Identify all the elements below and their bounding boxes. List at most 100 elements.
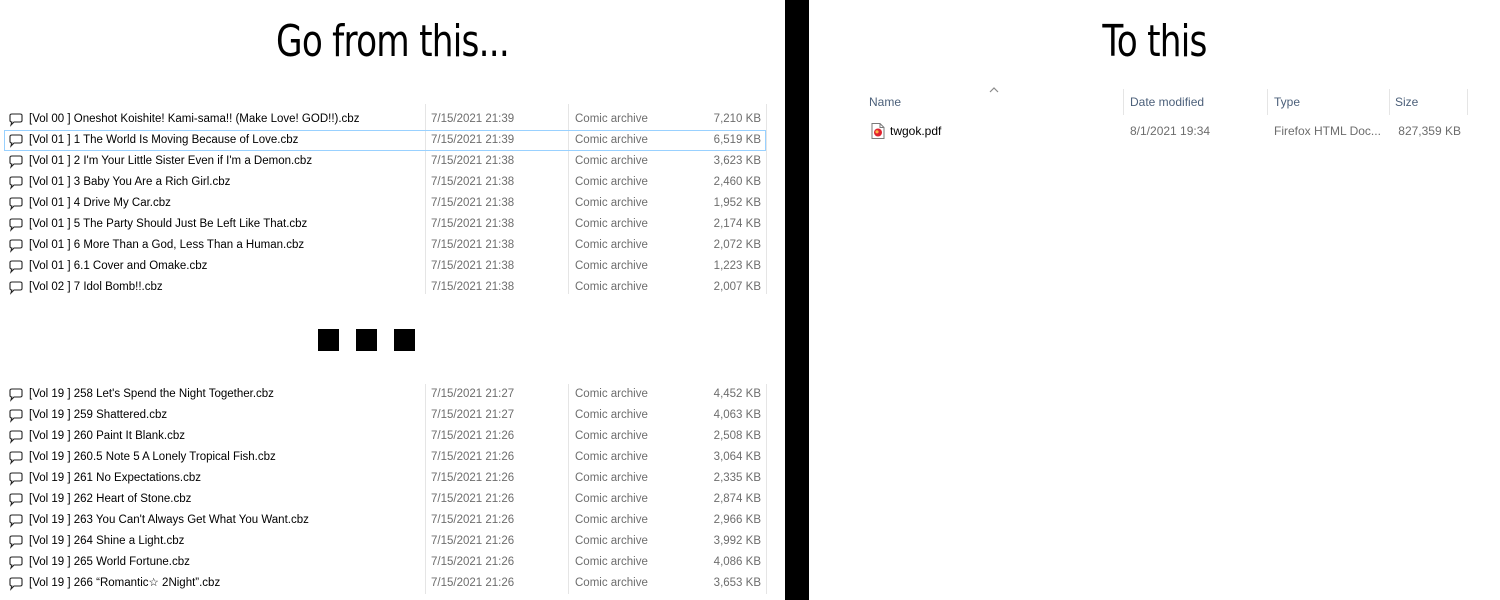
file-name[interactable]: [Vol 19 ] 265 World Fortune.cbz: [29, 553, 190, 572]
file-name[interactable]: [Vol 01 ] 5 The Party Should Just Be Lef…: [29, 215, 307, 234]
column-header-type[interactable]: Type: [1274, 92, 1300, 112]
file-size: 4,086 KB: [713, 556, 761, 568]
speech-bubble-icon: [9, 577, 23, 591]
file-name[interactable]: [Vol 01 ] 2 I'm Your Little Sister Even …: [29, 152, 312, 171]
column-header-size[interactable]: Size: [1395, 92, 1418, 112]
file-row[interactable]: [Vol 01 ] 5 The Party Should Just Be Lef…: [4, 214, 766, 235]
file-name[interactable]: [Vol 01 ] 6 More Than a God, Less Than a…: [29, 236, 304, 255]
file-name[interactable]: [Vol 19 ] 261 No Expectations.cbz: [29, 469, 201, 488]
file-type: Comic archive: [575, 197, 648, 209]
file-date: 7/15/2021 21:26: [431, 577, 515, 589]
file-type: Comic archive: [575, 514, 648, 526]
file-date: 7/15/2021 21:39: [431, 134, 515, 146]
speech-bubble-icon: [9, 113, 23, 127]
file-date: 7/15/2021 21:26: [431, 556, 515, 568]
column-header-separator[interactable]: [1123, 89, 1124, 115]
column-separator: [766, 384, 767, 594]
file-row[interactable]: [Vol 19 ] 265 World Fortune.cbz 7/15/2021…: [4, 552, 766, 573]
speech-bubble-icon: [9, 218, 23, 232]
file-type: Comic archive: [575, 472, 648, 484]
file-row[interactable]: [Vol 19 ] 258 Let's Spend the Night Toge…: [4, 384, 766, 405]
file-name[interactable]: [Vol 19 ] 260.5 Note 5 A Lonely Tropical…: [29, 448, 276, 467]
file-size: 3,064 KB: [713, 451, 761, 463]
file-name[interactable]: [Vol 01 ] 4 Drive My Car.cbz: [29, 194, 171, 213]
file-row[interactable]: [Vol 19 ] 266 “Romantic☆ 2Night”.cbz 7/15…: [4, 573, 766, 594]
file-name[interactable]: [Vol 01 ] 3 Baby You Are a Rich Girl.cbz: [29, 173, 230, 192]
file-row[interactable]: [Vol 19 ] 260.5 Note 5 A Lonely Tropical…: [4, 447, 766, 468]
center-divider: [785, 0, 809, 600]
file-row[interactable]: [Vol 19 ] 260 Paint It Blank.cbz 7/15/202…: [4, 426, 766, 447]
file-type: Firefox HTML Doc...: [1274, 124, 1381, 138]
file-name[interactable]: [Vol 01 ] 6.1 Cover and Omake.cbz: [29, 257, 207, 276]
file-date: 7/15/2021 21:38: [431, 281, 515, 293]
file-row[interactable]: [Vol 19 ] 264 Shine a Light.cbz 7/15/2021…: [4, 531, 766, 552]
file-list-top: [Vol 00 ] Oneshot Koishite! Kami-sama!! …: [4, 109, 766, 298]
file-type: Comic archive: [575, 577, 648, 589]
file-row[interactable]: [Vol 00 ] Oneshot Koishite! Kami-sama!! …: [4, 109, 766, 130]
file-row[interactable]: [Vol 19 ] 261 No Expectations.cbz 7/15/20…: [4, 468, 766, 489]
file-name[interactable]: twgok.pdf: [890, 120, 941, 142]
file-row[interactable]: [Vol 19 ] 262 Heart of Stone.cbz 7/15/202…: [4, 489, 766, 510]
speech-bubble-icon: [9, 281, 23, 295]
file-name[interactable]: [Vol 02 ] 7 Idol Bomb!!.cbz: [29, 278, 163, 297]
file-name[interactable]: [Vol 19 ] 263 You Can't Always Get What …: [29, 511, 309, 530]
file-type: Comic archive: [575, 451, 648, 463]
speech-bubble-icon: [9, 493, 23, 507]
column-header-separator[interactable]: [1267, 89, 1268, 115]
speech-bubble-icon: [9, 134, 23, 148]
file-row[interactable]: twgok.pdf 8/1/2021 19:34 Firefox HTML Do…: [863, 120, 1469, 142]
file-size: 2,460 KB: [713, 176, 761, 188]
file-type: Comic archive: [575, 493, 648, 505]
file-date: 7/15/2021 21:26: [431, 472, 515, 484]
file-size: 2,874 KB: [713, 493, 761, 505]
column-header-separator[interactable]: [1389, 89, 1390, 115]
file-row[interactable]: [Vol 19 ] 259 Shattered.cbz 7/15/2021 21:…: [4, 405, 766, 426]
file-type: Comic archive: [575, 176, 648, 188]
file-name[interactable]: [Vol 19 ] 264 Shine a Light.cbz: [29, 532, 184, 551]
speech-bubble-icon: [9, 197, 23, 211]
file-type: Comic archive: [575, 388, 648, 400]
file-type: Comic archive: [575, 239, 648, 251]
file-size: 4,452 KB: [713, 388, 761, 400]
file-size: 2,508 KB: [713, 430, 761, 442]
file-name[interactable]: [Vol 19 ] 259 Shattered.cbz: [29, 406, 167, 425]
file-type: Comic archive: [575, 556, 648, 568]
file-row[interactable]: [Vol 01 ] 4 Drive My Car.cbz 7/15/2021 21…: [4, 193, 766, 214]
right-heading: To this: [1102, 16, 1207, 67]
file-row[interactable]: [Vol 01 ] 3 Baby You Are a Rich Girl.cbz…: [4, 172, 766, 193]
file-size: 2,966 KB: [713, 514, 761, 526]
file-size: 2,072 KB: [713, 239, 761, 251]
file-date: 7/15/2021 21:26: [431, 430, 515, 442]
speech-bubble-icon: [9, 535, 23, 549]
speech-bubble-icon: [9, 430, 23, 444]
column-header-separator[interactable]: [1467, 89, 1468, 115]
file-row[interactable]: [Vol 01 ] 2 I'm Your Little Sister Even …: [4, 151, 766, 172]
file-row[interactable]: [Vol 01 ] 1 The World Is Moving Because …: [4, 130, 766, 151]
speech-bubble-icon: [9, 409, 23, 423]
file-name[interactable]: [Vol 01 ] 1 The World Is Moving Because …: [29, 131, 298, 150]
file-row[interactable]: [Vol 02 ] 7 Idol Bomb!!.cbz 7/15/2021 21:…: [4, 277, 766, 298]
ellipsis-square: [356, 329, 377, 351]
file-type: Comic archive: [575, 260, 648, 272]
ellipsis-square: [318, 329, 339, 351]
file-name[interactable]: [Vol 19 ] 266 “Romantic☆ 2Night”.cbz: [29, 574, 220, 593]
file-name[interactable]: [Vol 00 ] Oneshot Koishite! Kami-sama!! …: [29, 110, 359, 129]
file-date: 7/15/2021 21:26: [431, 451, 515, 463]
speech-bubble-icon: [9, 514, 23, 528]
file-name[interactable]: [Vol 19 ] 258 Let's Spend the Night Toge…: [29, 385, 274, 404]
file-row[interactable]: [Vol 19 ] 263 You Can't Always Get What …: [4, 510, 766, 531]
file-date: 7/15/2021 21:26: [431, 514, 515, 526]
sort-ascending-icon[interactable]: [989, 86, 999, 94]
speech-bubble-icon: [9, 239, 23, 253]
file-date: 7/15/2021 21:26: [431, 493, 515, 505]
file-name[interactable]: [Vol 19 ] 260 Paint It Blank.cbz: [29, 427, 185, 446]
file-date: 7/15/2021 21:38: [431, 218, 515, 230]
file-type: Comic archive: [575, 430, 648, 442]
file-row[interactable]: [Vol 01 ] 6 More Than a God, Less Than a…: [4, 235, 766, 256]
file-name[interactable]: [Vol 19 ] 262 Heart of Stone.cbz: [29, 490, 191, 509]
column-header-name[interactable]: Name: [869, 92, 901, 112]
file-date: 7/15/2021 21:38: [431, 176, 515, 188]
speech-bubble-icon: [9, 472, 23, 486]
file-row[interactable]: [Vol 01 ] 6.1 Cover and Omake.cbz 7/15/20…: [4, 256, 766, 277]
column-header-date[interactable]: Date modified: [1130, 92, 1204, 112]
